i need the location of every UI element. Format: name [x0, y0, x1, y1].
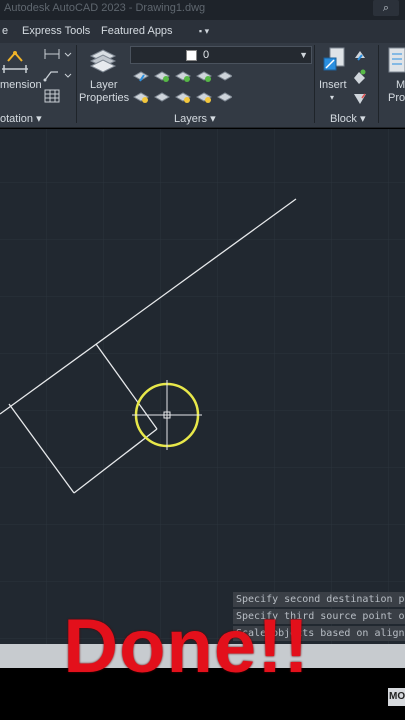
chevron-down-icon[interactable]: ▾: [330, 91, 334, 104]
title-bar: Autodesk AutoCAD 2023 - Drawing1.dwg ⌕: [0, 0, 405, 20]
layer-tools-row-1[interactable]: [132, 67, 232, 85]
table-icon[interactable]: [44, 89, 60, 103]
properties-icon[interactable]: [386, 46, 405, 76]
chevron-down-icon[interactable]: ▼: [299, 50, 308, 60]
workspace-menu-icon[interactable]: ▪ ▾: [193, 25, 215, 38]
layer-color-swatch: [186, 50, 197, 61]
drawing-canvas[interactable]: [0, 129, 405, 644]
model-space-button[interactable]: MO: [388, 688, 405, 706]
annotation-panel-title[interactable]: otation ▾: [0, 112, 42, 125]
command-history-line: Specify second destination point: [233, 592, 405, 607]
search-icon[interactable]: ⌕: [373, 0, 399, 16]
command-history-line: Specify third source point or <continue>…: [233, 609, 405, 624]
tab-featured-apps[interactable]: Featured Apps: [101, 25, 173, 37]
panel-divider: [378, 45, 379, 123]
ribbon-tab-bar: e Express Tools Featured Apps ▪ ▾: [0, 20, 405, 43]
block-panel-title[interactable]: Block ▾: [330, 112, 365, 125]
layers-panel-title[interactable]: Layers ▾: [174, 112, 216, 125]
properties-label-2[interactable]: Prop: [388, 92, 405, 105]
current-layer-value: 0: [203, 49, 210, 61]
layer-tools-row-2[interactable]: [132, 88, 232, 106]
ribbon: mension otation ▾ Layer Properties 0 ▼ L…: [0, 43, 405, 128]
tab-express-tools[interactable]: Express Tools: [22, 25, 90, 37]
layer-dropdown[interactable]: 0 ▼: [130, 46, 312, 64]
status-bar: MO: [0, 668, 405, 720]
linear-dim-icon[interactable]: [42, 47, 72, 61]
dimension-label[interactable]: mension: [0, 79, 42, 92]
window-title: Autodesk AutoCAD 2023 - Drawing1.dwg: [4, 2, 206, 14]
tab-partial[interactable]: e: [2, 25, 8, 37]
layer-properties-label-2[interactable]: Properties: [79, 92, 129, 105]
panel-divider: [76, 45, 77, 123]
insert-block-icon[interactable]: [320, 46, 350, 76]
command-line-input[interactable]: [0, 644, 405, 668]
block-tools-icons[interactable]: [352, 48, 368, 108]
layer-properties-label-1[interactable]: Layer: [90, 79, 118, 92]
canvas-grid: [0, 129, 405, 644]
command-history-line: Scale objects based on alignment points?: [233, 626, 405, 641]
panel-divider: [314, 45, 315, 123]
layer-properties-icon[interactable]: [88, 46, 118, 76]
properties-label-1[interactable]: M: [396, 79, 405, 92]
leader-icon[interactable]: [42, 68, 72, 82]
drawing-viewport: [0, 129, 405, 644]
dimension-icon[interactable]: [0, 47, 30, 77]
